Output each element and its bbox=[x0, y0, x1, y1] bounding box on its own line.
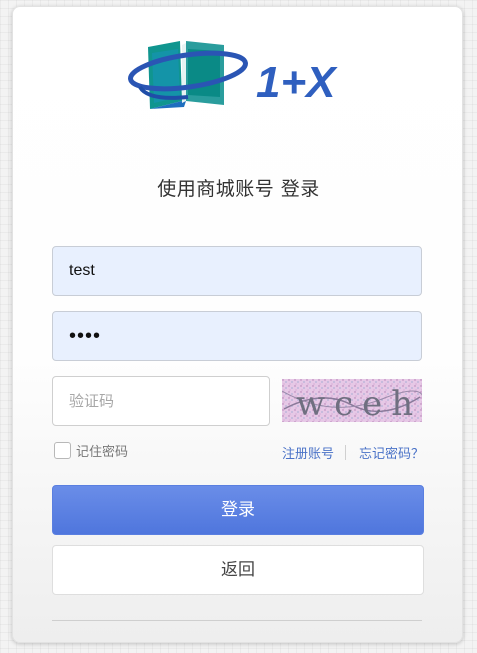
footer-divider bbox=[52, 620, 422, 621]
back-button[interactable]: 返回 bbox=[52, 545, 424, 595]
remember-checkbox[interactable] bbox=[54, 442, 71, 459]
remember-label: 记住密码 bbox=[76, 445, 129, 460]
captcha-text: wceh bbox=[296, 384, 422, 422]
password-input[interactable] bbox=[52, 311, 422, 361]
forgot-password-link[interactable]: 忘记密码？ bbox=[359, 443, 424, 462]
logo-1x: 1+X bbox=[128, 41, 338, 109]
login-button[interactable]: 登录 bbox=[52, 485, 424, 535]
links-divider bbox=[344, 445, 346, 460]
username-input[interactable] bbox=[52, 246, 422, 296]
captcha-image[interactable]: wceh bbox=[282, 379, 422, 422]
remember-password[interactable]: 记住密码 bbox=[54, 441, 128, 460]
account-links: 注册账号 忘记密码？ bbox=[282, 443, 424, 462]
page-title: 使用商城账号 登录 bbox=[157, 178, 320, 200]
logo-text: 1+X bbox=[256, 58, 338, 107]
register-link[interactable]: 注册账号 bbox=[282, 443, 334, 462]
captcha-input[interactable] bbox=[52, 376, 270, 426]
